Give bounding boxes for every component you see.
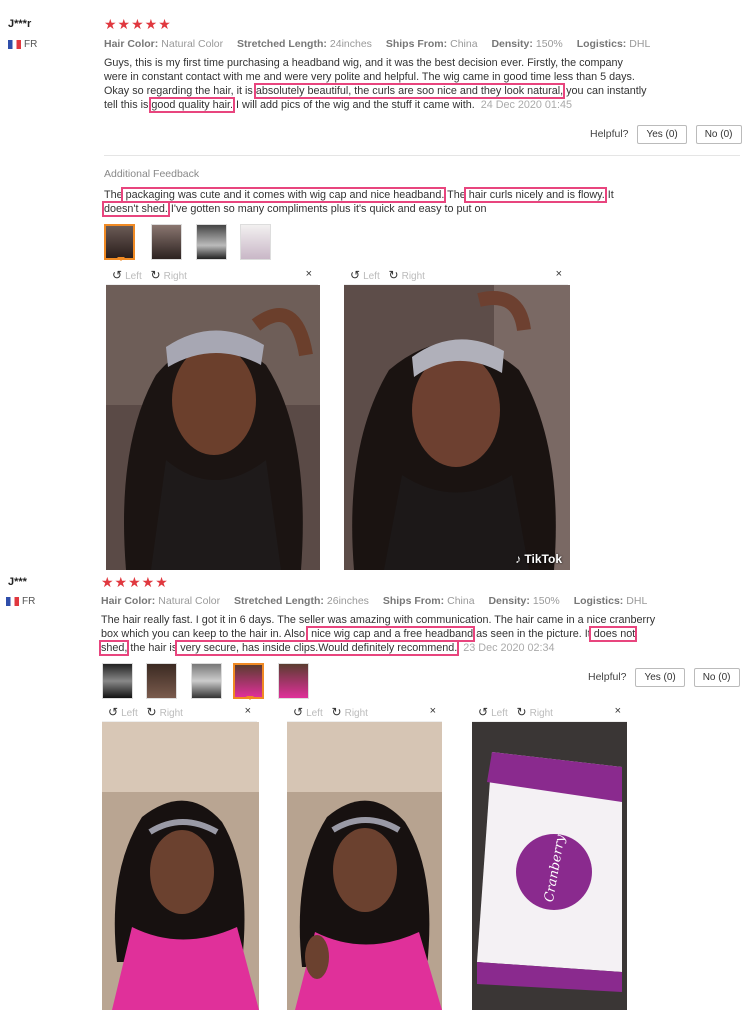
review-photo: ♪ TikTok	[344, 285, 570, 570]
rotate-right-icon: ↻	[150, 268, 161, 282]
divider	[104, 155, 740, 156]
attr-density: Density: 150%	[491, 38, 563, 50]
rotate-left-icon: ↺	[478, 705, 489, 719]
helpful-label: Helpful?	[590, 128, 629, 140]
close-icon[interactable]: ×	[245, 705, 251, 717]
attr-length: Stretched Length: 24inches	[237, 38, 372, 50]
review-photo-thumbnail[interactable]	[240, 224, 271, 260]
review-photo-thumbnail[interactable]	[104, 224, 135, 261]
highlight: doesn't shed.	[102, 201, 170, 217]
highlight: hair curls nicely and is flowy.	[463, 187, 607, 203]
rotate-right-button[interactable]: ↻ Right	[151, 268, 187, 282]
close-icon[interactable]: ×	[306, 268, 312, 280]
reviewer-name: J***	[8, 576, 27, 588]
rotate-right-button[interactable]: ↻ Right	[147, 705, 183, 719]
rotate-right-button[interactable]: ↻ Right	[389, 268, 425, 282]
close-icon[interactable]: ×	[556, 268, 562, 280]
review-date: 23 Dec 2020 02:34	[463, 642, 555, 654]
additional-feedback-text: The packaging was cute and it comes with…	[102, 187, 614, 217]
rotate-left-button[interactable]: ↺ Left	[108, 705, 138, 719]
country-code: FR	[22, 596, 36, 607]
rotate-left-icon: ↺	[108, 705, 119, 719]
france-flag-icon	[8, 39, 21, 49]
star-rating: ★★★★★	[101, 574, 169, 590]
attr-ships-from: Ships From: China	[382, 595, 475, 607]
highlight: very secure, has inside clips.Would defi…	[175, 640, 460, 656]
rotate-left-icon: ↺	[350, 268, 361, 282]
attr-logistics: Logistics: DHL	[573, 595, 648, 607]
review-text: Guys, this is my first time purchasing a…	[104, 57, 647, 113]
highlight: nice wig cap and a free headband	[306, 626, 476, 642]
review-photo-thumbnail[interactable]	[191, 663, 222, 699]
helpful-no-button[interactable]: No (0)	[695, 125, 742, 144]
rotate-left-button[interactable]: ↺ Left	[293, 705, 323, 719]
rotate-left-button[interactable]: ↺ Left	[350, 268, 380, 282]
additional-feedback-label: Additional Feedback	[104, 168, 200, 180]
review-photo-thumbnail[interactable]	[233, 663, 264, 700]
image-viewer-toolbar: ↺ Left ↻ Right ×	[287, 705, 442, 722]
star-rating: ★★★★★	[104, 16, 172, 32]
rotate-right-icon: ↻	[388, 268, 399, 282]
close-icon[interactable]: ×	[615, 705, 621, 717]
highlight: absolutely beautiful, the curls are soo …	[253, 83, 566, 99]
highlight: packaging was cute and it comes with wig…	[120, 187, 447, 203]
rotate-right-icon: ↻	[146, 705, 157, 719]
highlight: good quality hair.	[149, 97, 236, 113]
france-flag-icon	[6, 596, 19, 606]
attr-density: Density: 150%	[488, 595, 560, 607]
review-photo-thumbnail[interactable]	[196, 224, 227, 260]
rotate-right-icon: ↻	[331, 705, 342, 719]
attr-hair-color: Hair Color: Natural Color	[101, 595, 221, 607]
review-photo-thumbnail[interactable]	[102, 663, 133, 699]
review-attributes: Hair Color: Natural Color Stretched Lengt…	[104, 38, 661, 50]
attr-logistics: Logistics: DHL	[576, 38, 651, 50]
helpful-yes-button[interactable]: Yes (0)	[637, 125, 687, 144]
reviewer-name: J***r	[8, 18, 32, 30]
rotate-right-button[interactable]: ↻ Right	[332, 705, 368, 719]
close-icon[interactable]: ×	[430, 705, 436, 717]
image-viewer-toolbar: ↺ Left ↻ Right ×	[344, 268, 568, 285]
review-photo-thumbnail[interactable]	[278, 663, 309, 699]
review-photo-thumbnail[interactable]	[146, 663, 177, 699]
helpful-votes: Helpful? Yes (0) No (0)	[588, 668, 740, 687]
image-viewer-toolbar: ↺ Left ↻ Right ×	[106, 268, 318, 285]
helpful-label: Helpful?	[588, 671, 627, 683]
review-photo	[102, 722, 259, 1010]
country-code: FR	[24, 39, 38, 50]
attr-hair-color: Hair Color: Natural Color	[104, 38, 224, 50]
review-photo: Cranberry	[472, 722, 627, 1010]
attr-ships-from: Ships From: China	[385, 38, 478, 50]
attr-length: Stretched Length: 26inches	[234, 595, 369, 607]
review-photo-thumbnail[interactable]	[151, 224, 182, 260]
review-text: The hair really fast. I got it in 6 days…	[98, 614, 656, 656]
review-photo	[287, 722, 442, 1010]
rotate-right-icon: ↻	[516, 705, 527, 719]
rotate-left-icon: ↺	[293, 705, 304, 719]
image-viewer-toolbar: ↺ Left ↻ Right ×	[102, 705, 257, 722]
helpful-votes: Helpful? Yes (0) No (0)	[590, 125, 742, 144]
rotate-left-icon: ↺	[112, 268, 123, 282]
rotate-left-button[interactable]: ↺ Left	[112, 268, 142, 282]
rotate-right-button[interactable]: ↻ Right	[517, 705, 553, 719]
review-photo	[106, 285, 320, 570]
helpful-no-button[interactable]: No (0)	[693, 668, 740, 687]
review-attributes: Hair Color: Natural Color Stretched Lengt…	[101, 595, 658, 607]
review-date: 24 Dec 2020 01:45	[480, 99, 572, 111]
reviewer-country: FR	[6, 596, 35, 607]
reviewer-country: FR	[8, 39, 37, 50]
rotate-left-button[interactable]: ↺ Left	[478, 705, 508, 719]
helpful-yes-button[interactable]: Yes (0)	[635, 668, 685, 687]
image-viewer-toolbar: ↺ Left ↻ Right ×	[472, 705, 627, 722]
tiktok-watermark: ♪ TikTok	[515, 552, 562, 566]
